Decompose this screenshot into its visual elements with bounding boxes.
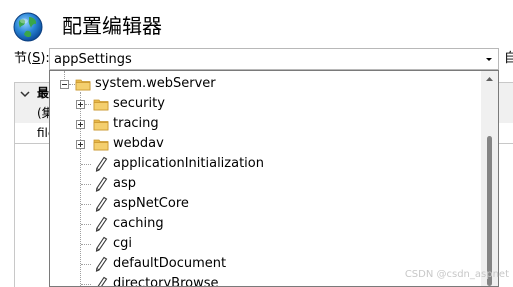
- tree-guide-line: [81, 244, 91, 245]
- pen-icon: [95, 216, 108, 232]
- expand-icon[interactable]: [76, 140, 85, 149]
- tree-item-security[interactable]: security: [50, 94, 480, 114]
- configuration-editor-window: 配置编辑器 节(S): appSettings 自 最 (集 file syst…: [0, 0, 513, 287]
- folder-icon: [93, 139, 109, 151]
- folder-icon: [75, 79, 91, 91]
- tree-guide-line: [81, 284, 91, 285]
- tree-item-label: webdav: [113, 136, 164, 151]
- pen-icon: [95, 196, 108, 212]
- section-tree-popup[interactable]: system.webServer security tracing webdav…: [49, 70, 499, 287]
- globe-icon: [13, 12, 43, 42]
- expand-icon[interactable]: [76, 100, 85, 109]
- tree-guide-line: [81, 164, 91, 165]
- tree-item-tracing[interactable]: tracing: [50, 114, 480, 134]
- tree-item-label: system.webServer: [95, 76, 216, 91]
- pen-icon: [95, 256, 108, 272]
- tree-guide-line: [81, 264, 91, 265]
- folder-icon: [93, 99, 109, 111]
- pen-icon: [95, 176, 108, 192]
- pen-icon: [95, 156, 108, 172]
- tree-guide-line: [85, 104, 91, 105]
- dropdown-arrow-icon[interactable]: [480, 49, 498, 69]
- tree-item-cgi[interactable]: cgi: [50, 234, 480, 254]
- tree-guide-line: [81, 184, 91, 185]
- vertical-scrollbar[interactable]: [481, 71, 498, 286]
- tree-item-label: caching: [113, 216, 164, 231]
- tree-item-label: aspNetCore: [113, 196, 189, 211]
- collapse-icon[interactable]: [60, 80, 69, 89]
- tree-item-label: tracing: [113, 116, 159, 131]
- tree-guide-line: [81, 204, 91, 205]
- tree-item-label: defaultDocument: [113, 256, 227, 271]
- tree-item-label: applicationInitialization: [113, 156, 264, 171]
- tree-item-applicationinitialization[interactable]: applicationInitialization: [50, 154, 480, 174]
- tree-item-label: cgi: [113, 236, 133, 251]
- scroll-up-arrow-icon[interactable]: [481, 71, 498, 88]
- watermark-text: CSDN @csdn_aspnet: [404, 269, 509, 280]
- grid-category-label: 最: [37, 86, 50, 100]
- folder-icon: [93, 119, 109, 131]
- scrollbar-thumb[interactable]: [487, 136, 492, 286]
- tree-item-caching[interactable]: caching: [50, 214, 480, 234]
- tree-item-label: directoryBrowse: [113, 276, 219, 287]
- tree-item-asp[interactable]: asp: [50, 174, 480, 194]
- page-title: 配置编辑器: [62, 14, 162, 38]
- from-label-truncated: 自: [504, 51, 513, 66]
- tree-item-aspnetcore[interactable]: aspNetCore: [50, 194, 480, 214]
- tree-guide-line: [81, 224, 91, 225]
- pen-icon: [95, 236, 108, 252]
- tree-item-label: security: [113, 96, 165, 111]
- tree-item-label: asp: [113, 176, 136, 191]
- section-label: 节(S):: [14, 51, 50, 66]
- expand-icon[interactable]: [76, 120, 85, 129]
- tree-item-system-webserver[interactable]: system.webServer: [50, 74, 480, 94]
- pen-icon: [97, 276, 108, 286]
- section-dropdown-value: appSettings: [54, 52, 132, 67]
- tree-item-webdav[interactable]: webdav: [50, 134, 480, 154]
- section-dropdown[interactable]: appSettings: [49, 48, 499, 70]
- collapse-chevron-icon[interactable]: [20, 90, 30, 98]
